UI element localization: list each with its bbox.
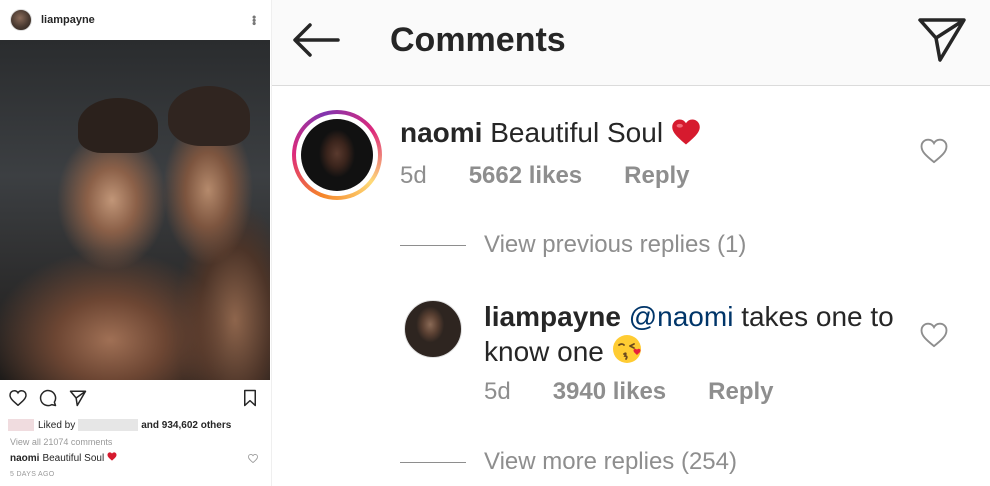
heart-outline-icon[interactable] [920,138,948,164]
reply-username[interactable]: liampayne [484,301,621,332]
post-author-username[interactable]: liampayne [41,14,95,26]
comment-time: 5d [400,162,427,189]
heart-outline-icon[interactable] [920,322,948,348]
liked-by-count[interactable]: and 934,602 others [141,420,231,431]
comment-text: Beautiful Soul [490,117,664,148]
comment-body: naomi Beautiful Soul [400,116,701,153]
view-all-comments-link[interactable]: View all 21074 comments [10,437,112,447]
post-header: liampayne ••• [0,0,271,40]
more-options-icon[interactable]: ••• [247,15,261,25]
heart-icon[interactable] [8,388,28,408]
reply-likes-count[interactable]: 3940 likes [553,378,666,406]
redacted-username [78,419,139,431]
red-heart-emoji-icon [671,118,701,153]
reply-time: 5d [484,378,511,405]
redacted-avatar [8,419,34,431]
reply-body: liampayne @naomi takes one to know one [484,300,904,372]
share-icon[interactable] [68,388,88,408]
page-title: Comments [390,21,566,59]
post-comment-username[interactable]: naomi [10,453,39,464]
view-more-replies-label[interactable]: View more replies (254) [484,448,737,476]
comments-panel: Comments naomi Beautiful Soul 5d 5662 li… [272,0,990,486]
comment-likes-count[interactable]: 5662 likes [469,162,582,190]
post-author-avatar[interactable] [10,9,32,31]
reply-text-line1: takes one to [741,301,894,332]
view-more-replies-button[interactable]: View more replies (254) [400,448,737,476]
comment-username[interactable]: naomi [400,117,482,148]
view-previous-replies-button[interactable]: View previous replies (1) [400,231,746,259]
kissing-face-emoji-icon [612,333,644,372]
comment-meta: 5d 5662 likes Reply [400,162,690,190]
reply-meta: 5d 3940 likes Reply [484,378,774,406]
view-previous-replies-label[interactable]: View previous replies (1) [484,231,746,259]
post-action-bar [0,388,270,408]
liked-by-line: Liked by and 934,602 others [8,418,266,432]
thread-divider [400,244,466,246]
back-arrow-icon[interactable] [290,20,342,60]
post-top-comment: naomi Beautiful Soul [10,452,260,464]
thread-divider [400,461,466,463]
liked-by-prefix: Liked by [38,419,76,431]
bookmark-icon[interactable] [240,388,260,408]
comments-header: Comments [272,0,990,86]
post-photo[interactable] [0,40,270,380]
avatar [301,119,373,191]
post-timestamp: 5 DAYS AGO [10,471,55,478]
red-heart-emoji-icon [107,452,117,464]
comment-icon[interactable] [38,388,58,408]
post-panel: liampayne ••• Liked by and 934,602 other… [0,0,272,486]
reply-button[interactable]: Reply [624,162,689,190]
post-comment-text: Beautiful Soul [42,452,105,464]
send-direct-icon[interactable] [916,14,968,64]
reply-mention[interactable]: @naomi [629,301,734,332]
comment-like-icon[interactable] [248,453,258,466]
story-ring[interactable] [292,110,382,200]
reply-text-line2: know one [484,336,604,367]
avatar[interactable] [404,300,462,358]
reply-button[interactable]: Reply [708,378,773,406]
